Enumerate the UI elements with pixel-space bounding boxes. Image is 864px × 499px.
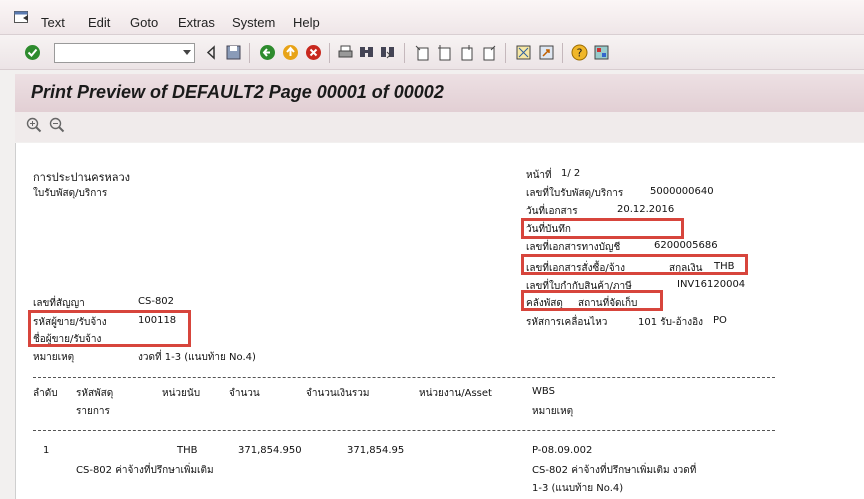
row-wbs-description-2: 1-3 (แนบท้าย No.4) [532, 483, 624, 494]
print-preview-page: การประปานครหลวง ใบรับพัสดุ/บริการ หน้าที… [15, 143, 864, 499]
accounting-doc-label: เลขที่เอกสารทางบัญชี [526, 242, 621, 253]
menu-edit[interactable]: Edit [88, 15, 110, 30]
save-icon[interactable] [225, 44, 242, 61]
highlight-box [521, 290, 663, 311]
toolbar-separator [249, 43, 250, 63]
row-wbs: P-08.09.002 [532, 445, 593, 456]
doc-date-value: 20.12.2016 [617, 204, 675, 215]
back-icon[interactable] [259, 44, 276, 61]
row-unit: THB [177, 445, 198, 456]
menu-text[interactable]: Text [41, 15, 65, 30]
table-divider [33, 430, 775, 431]
highlight-box [28, 310, 191, 347]
back-arrow-icon[interactable] [203, 44, 220, 61]
highlight-box [521, 218, 684, 239]
accounting-doc-value: 6200005686 [654, 240, 718, 251]
svg-text:?: ? [577, 47, 583, 60]
row-amount: 371,854.95 [347, 445, 405, 456]
col-seq-header: ลำดับ [33, 388, 58, 399]
command-field[interactable] [54, 43, 195, 63]
new-session-icon[interactable] [515, 44, 532, 61]
menu-extras[interactable]: Extras [178, 15, 215, 30]
next-page-icon[interactable] [458, 44, 475, 61]
title-bar: Print Preview of DEFAULT2 Page 00001 of … [15, 74, 864, 112]
contract-label: เลขที่สัญญา [33, 298, 85, 309]
remark-label: หมายเหตุ [33, 352, 75, 363]
col-wbs-remark-header: หมายเหตุ [532, 406, 574, 417]
menu-system[interactable]: System [232, 15, 275, 30]
toolbar-separator [329, 43, 330, 63]
shortcut-icon[interactable] [538, 44, 555, 61]
page-value: 1/ 2 [561, 168, 581, 179]
first-page-icon[interactable] [414, 44, 431, 61]
company-name: การประปานครหลวง [33, 171, 131, 184]
page-label: หน้าที่ [526, 170, 552, 181]
col-dept-header: หน่วยงาน/Asset [419, 388, 492, 399]
col-material-header: รหัสพัสดุ [76, 388, 114, 399]
table-divider [33, 377, 775, 378]
movement-type-po: PO [713, 315, 727, 326]
application-toolbar [15, 112, 864, 142]
doc-date-label: วันที่เอกสาร [526, 206, 578, 217]
page-title: Print Preview of DEFAULT2 Page 00001 of … [31, 82, 444, 102]
movement-type-label: รหัสการเคลื่อนไหว [526, 317, 608, 328]
gr-number-label: เลขที่ใบรับพัสดุ/บริการ [526, 188, 624, 199]
col-wbs-header: WBS [532, 386, 555, 397]
document-title: ใบรับพัสดุ/บริการ [33, 188, 108, 199]
toolbar-separator [505, 43, 506, 63]
find-next-icon[interactable] [379, 44, 396, 61]
standard-toolbar: ? [0, 35, 864, 70]
col-item-desc-header: รายการ [76, 406, 110, 417]
chevron-down-icon[interactable] [183, 50, 191, 55]
print-icon[interactable] [337, 44, 354, 61]
col-amount-header: จำนวนเงินรวม [306, 388, 370, 399]
last-page-icon[interactable] [480, 44, 497, 61]
menu-goto[interactable]: Goto [130, 15, 158, 30]
invoice-value: INV16120004 [677, 279, 746, 290]
layout-menu-icon[interactable] [593, 44, 610, 61]
toolbar-separator [562, 43, 563, 63]
gr-number-value: 5000000640 [650, 186, 714, 197]
highlight-box [521, 254, 748, 275]
menu-bar: Text Edit Goto Extras System Help [0, 0, 864, 35]
menu-help[interactable]: Help [293, 15, 320, 30]
row-qty: 371,854.950 [238, 445, 302, 456]
toolbar-separator [404, 43, 405, 63]
col-qty-header: จำนวน [229, 388, 260, 399]
zoom-out-icon[interactable] [49, 117, 65, 133]
contract-value: CS-802 [138, 296, 175, 307]
previous-page-icon[interactable] [436, 44, 453, 61]
row-description: CS-802 ค่าจ้างที่ปรึกษาเพิ่มเติม [76, 465, 214, 476]
row-seq: 1 [43, 445, 50, 456]
find-icon[interactable] [358, 44, 375, 61]
cancel-icon[interactable] [305, 44, 322, 61]
exit-icon[interactable] [282, 44, 299, 61]
enter-check-icon[interactable] [24, 44, 41, 61]
movement-type-value: 101 รับ-อ้างอิง [638, 317, 703, 328]
col-unit-header: หน่วยนับ [162, 388, 201, 399]
zoom-in-icon[interactable] [26, 117, 42, 133]
remark-value: งวดที่ 1-3 (แนบท้าย No.4) [138, 352, 256, 363]
help-icon[interactable]: ? [571, 44, 588, 61]
row-wbs-description: CS-802 ค่าจ้างที่ปรึกษาเพิ่มเติม งวดที่ [532, 465, 697, 476]
sap-menu-icon[interactable] [14, 10, 30, 24]
